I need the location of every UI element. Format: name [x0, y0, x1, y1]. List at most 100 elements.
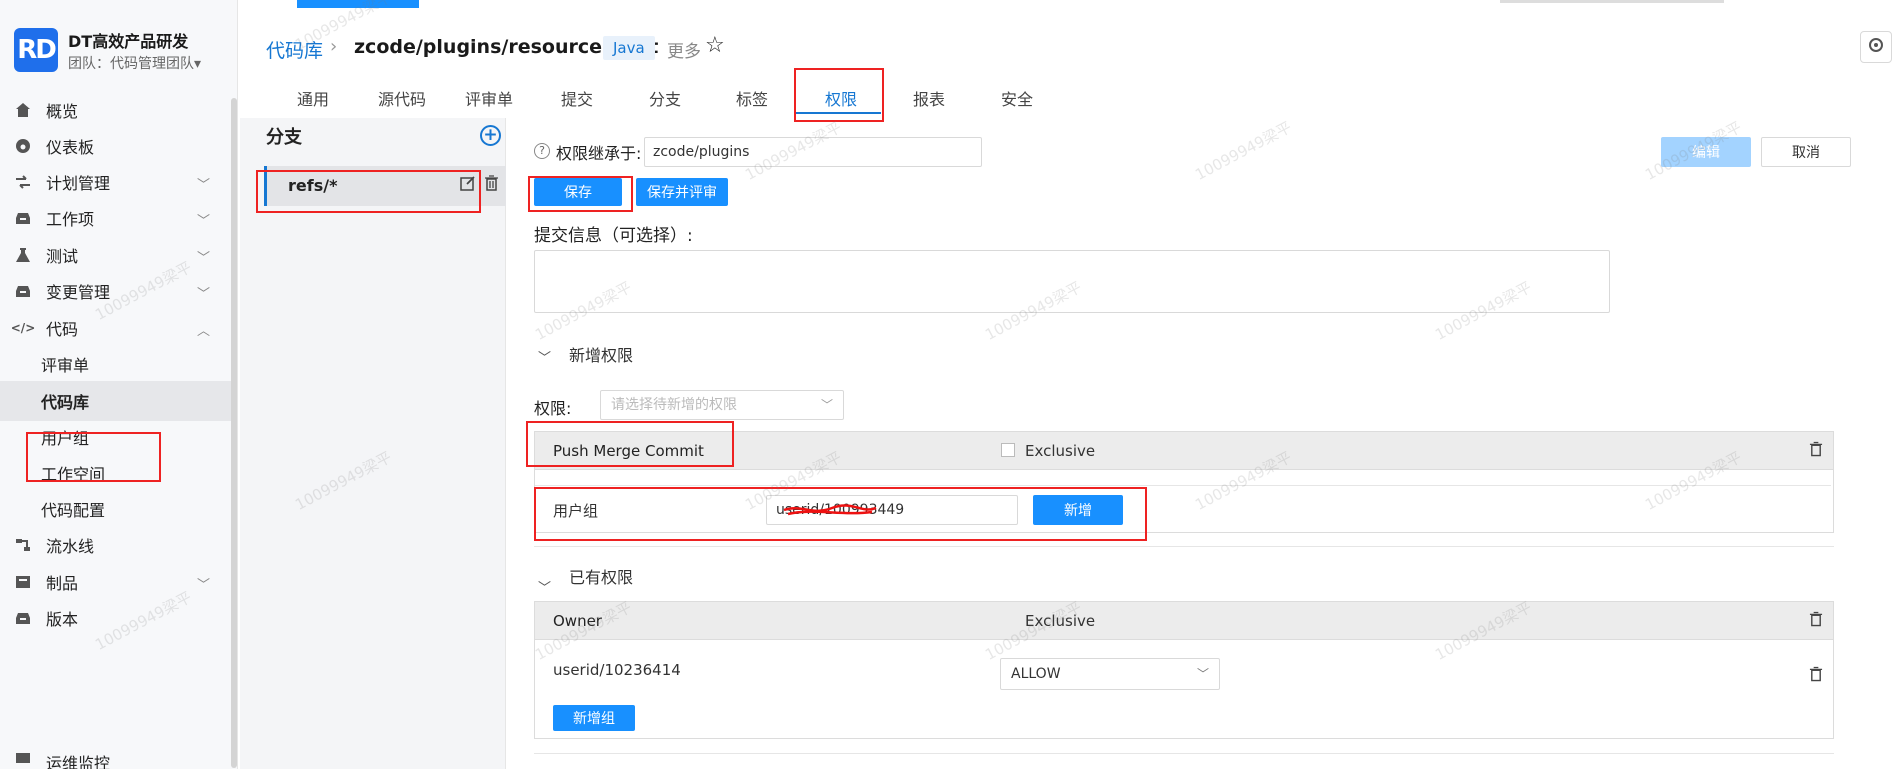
add-usergroup-button[interactable]: 新增: [1033, 495, 1123, 525]
sidebar-item-test[interactable]: 测试 ﹀: [0, 235, 232, 275]
help-icon[interactable]: ?: [534, 143, 550, 159]
exclusive-label: Exclusive: [1025, 612, 1096, 630]
permission-value-select[interactable]: ALLOW ﹀: [1000, 658, 1220, 690]
settings-button[interactable]: [1860, 31, 1892, 63]
sidebar-item-code[interactable]: </> 代码 ︿: [0, 308, 232, 348]
tab-branches[interactable]: 分支: [649, 86, 681, 120]
breadcrumb-repos[interactable]: 代码库: [266, 36, 323, 63]
redaction-scribble: [783, 504, 877, 516]
top-search-bar: [1500, 0, 1724, 3]
top-accent-bar: [297, 0, 419, 8]
tab-general[interactable]: 通用: [297, 86, 329, 120]
new-permission-card: Push Merge Commit Exclusive 用户组 userid/1…: [534, 431, 1834, 533]
usergroup-label: 用户组: [553, 502, 599, 520]
plan-icon: [14, 173, 32, 191]
exclusive-label: Exclusive: [1025, 442, 1096, 460]
chevron-down-icon: ﹀: [196, 287, 210, 302]
chevron-down-icon: ﹀: [196, 251, 210, 266]
sidebar-item-plan[interactable]: 计划管理 ﹀: [0, 162, 232, 202]
sidebar-item-label: 工作项: [46, 210, 95, 229]
sidebar-subitem-code-config[interactable]: 代码配置: [0, 489, 232, 529]
add-group-button[interactable]: 新增组: [553, 705, 635, 731]
language-badge: Java: [603, 36, 655, 60]
sidebar-subitem-workspace[interactable]: 工作空间: [0, 453, 232, 493]
gear-icon: [1868, 37, 1884, 57]
chevron-down-icon: ﹀: [196, 214, 210, 229]
project-title[interactable]: DT高效产品研发: [68, 28, 188, 52]
trash-icon[interactable]: [1809, 666, 1823, 686]
chevron-down-icon[interactable]: ﹀: [538, 577, 551, 596]
star-icon[interactable]: ☆: [705, 33, 725, 58]
sidebar-item-version[interactable]: 版本: [0, 598, 232, 638]
exclusive-checkbox[interactable]: [1001, 443, 1015, 457]
logo: RD: [14, 28, 58, 72]
save-button[interactable]: 保存: [534, 178, 622, 206]
flask-icon: [14, 246, 32, 264]
trash-icon[interactable]: [1809, 611, 1823, 631]
chevron-right-icon: ›: [330, 36, 338, 57]
sidebar-item-label: 概览: [46, 102, 79, 121]
permission-label: 权限:: [534, 399, 572, 418]
permission-select-placeholder: 请选择待新增的权限: [611, 397, 737, 413]
tab-security[interactable]: 安全: [1001, 86, 1033, 120]
tab-reports[interactable]: 报表: [913, 86, 945, 120]
commit-message-label: 提交信息（可选择）:: [534, 226, 693, 246]
save-and-review-button[interactable]: 保存并评审: [636, 178, 728, 206]
chevron-down-icon[interactable]: ﹀: [538, 347, 551, 366]
divider: [534, 546, 1834, 547]
add-branch-button[interactable]: +: [480, 125, 501, 146]
divider: [535, 485, 1831, 486]
commit-message-input[interactable]: [534, 250, 1610, 313]
sidebar: RD DT高效产品研发 团队：代码管理团队▾ 概览 仪表板 计划管理 ﹀ 工作项…: [0, 0, 238, 769]
sidebar-item-workitem[interactable]: 工作项 ﹀: [0, 198, 232, 238]
tab-permissions[interactable]: 权限: [825, 86, 857, 120]
artifact-icon: [14, 573, 32, 591]
active-tab-indicator: [795, 112, 881, 114]
sidebar-item-label: 计划管理: [46, 174, 111, 193]
edit-button[interactable]: 编辑: [1661, 137, 1751, 167]
more-link[interactable]: 更多: [667, 37, 701, 62]
chevron-down-icon: ﹀: [820, 398, 833, 412]
sidebar-subitem-usergroups[interactable]: 用户组: [0, 417, 232, 457]
divider: [534, 753, 1834, 754]
permission-name: Owner: [553, 612, 602, 630]
chevron-down-icon: ﹀: [196, 178, 210, 193]
team-selector[interactable]: 团队：代码管理团队▾: [68, 53, 201, 73]
sidebar-subitem-reviews[interactable]: 评审单: [0, 344, 232, 384]
tab-reviews[interactable]: 评审单: [465, 86, 513, 120]
branch-panel-title: 分支: [266, 127, 302, 148]
code-icon: </>: [10, 321, 36, 335]
tab-tags[interactable]: 标签: [736, 86, 768, 120]
permission-value: ALLOW: [1011, 666, 1061, 682]
sidebar-item-dashboard[interactable]: 仪表板: [0, 126, 232, 166]
inherit-label: 权限继承于:: [556, 144, 642, 163]
sidebar-scrollbar[interactable]: [231, 98, 237, 768]
sidebar-item-label: 代码: [46, 320, 79, 339]
sidebar-item-artifact[interactable]: 制品 ﹀: [0, 562, 232, 602]
tab-commits[interactable]: 提交: [561, 86, 593, 120]
sidebar-item-pipeline[interactable]: 流水线: [0, 525, 232, 565]
trash-icon[interactable]: [484, 175, 499, 195]
cancel-button[interactable]: 取消: [1761, 137, 1851, 167]
monitor-icon: [14, 750, 32, 768]
permission-select[interactable]: 请选择待新增的权限 ﹀: [600, 390, 844, 420]
edit-icon[interactable]: [460, 175, 476, 195]
existing-permission-section-title[interactable]: 已有权限: [569, 564, 633, 588]
sidebar-item-ops-monitor[interactable]: 运维监控: [0, 750, 232, 769]
sidebar-item-label: 流水线: [46, 537, 95, 556]
trash-icon[interactable]: [1809, 441, 1823, 461]
chevron-down-icon: ﹀: [196, 578, 210, 593]
sidebar-item-label: 测试: [46, 247, 79, 266]
pipeline-icon: [14, 536, 32, 554]
sidebar-subitem-repos[interactable]: 代码库: [0, 381, 232, 421]
permission-name: Push Merge Commit: [553, 442, 704, 460]
sidebar-item-label: 制品: [46, 574, 79, 593]
new-permission-section-title[interactable]: 新增权限: [569, 342, 633, 366]
sidebar-item-overview[interactable]: 概览: [0, 90, 232, 130]
inherit-input[interactable]: zcode/plugins: [644, 137, 982, 167]
tab-source[interactable]: 源代码: [378, 86, 426, 120]
chevron-down-icon: ﹀: [1196, 667, 1209, 681]
sidebar-item-change[interactable]: 变更管理 ﹀: [0, 271, 232, 311]
sidebar-item-label: 变更管理: [46, 283, 111, 302]
chevron-up-icon: ︿: [196, 324, 210, 339]
